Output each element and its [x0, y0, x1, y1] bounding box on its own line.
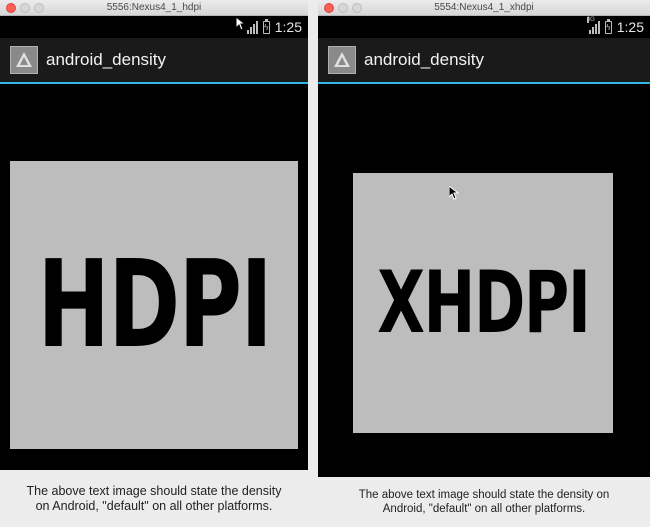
- caption-text: The above text image should state the de…: [318, 477, 650, 527]
- app-icon[interactable]: [328, 46, 356, 74]
- emulator-window-hdpi: 5556:Nexus4_1_hdpi ϟ 1:25 android_densit…: [0, 0, 308, 527]
- android-status-bar: ϟ 1:25: [0, 16, 308, 38]
- window-titlebar[interactable]: 5556:Nexus4_1_hdpi: [0, 0, 308, 16]
- battery-icon: ϟ: [604, 18, 612, 34]
- mouse-cursor-icon: [235, 15, 247, 36]
- window-gap: [308, 0, 318, 527]
- window-title: 5556:Nexus4_1_hdpi: [106, 2, 202, 13]
- density-image-text: XHDPI: [376, 253, 591, 353]
- action-bar: android_density: [318, 38, 650, 84]
- app-title: android_density: [46, 50, 167, 69]
- mouse-cursor-icon: [448, 184, 460, 205]
- status-time: 1:25: [616, 19, 644, 35]
- network-type: 3G: [586, 17, 595, 23]
- status-time: 1:25: [274, 19, 302, 35]
- battery-icon: ϟ: [262, 18, 270, 34]
- signal-icon: 3G: [586, 17, 600, 34]
- density-image: HDPI: [10, 161, 298, 449]
- window-titlebar[interactable]: 5554:Nexus4_1_xhdpi: [318, 0, 650, 16]
- alloy-logo-icon: [16, 52, 32, 67]
- signal-icon: [246, 20, 258, 34]
- android-status-bar: 3G ϟ 1:25: [318, 16, 650, 38]
- emulator-window-xhdpi: 5554:Nexus4_1_xhdpi 3G ϟ 1:25 android_de…: [318, 0, 650, 527]
- action-bar: android_density: [0, 38, 308, 84]
- window-title: 5554:Nexus4_1_xhdpi: [434, 2, 534, 13]
- app-content: HDPI The above text image should state t…: [0, 84, 308, 527]
- app-title: android_density: [364, 50, 485, 69]
- app-content: XHDPI The above text image should state …: [318, 84, 650, 527]
- alloy-logo-icon: [334, 52, 350, 67]
- density-image: XHDPI: [353, 173, 613, 433]
- app-icon[interactable]: [10, 46, 38, 74]
- caption-text: The above text image should state the de…: [0, 470, 308, 527]
- density-image-text: HDPI: [37, 235, 272, 375]
